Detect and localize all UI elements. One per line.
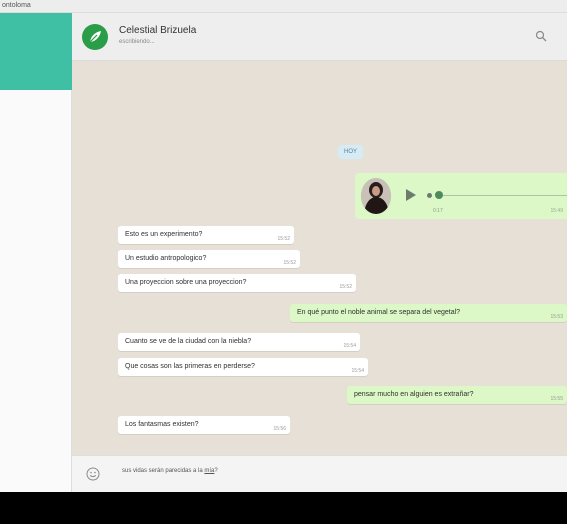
audio-message[interactable]: 0:17 15:49 [355, 173, 567, 219]
title-bar: ontoloma [0, 0, 567, 13]
message-text: Que cosas son las primeras en perderse? [125, 363, 255, 370]
play-icon[interactable] [406, 189, 416, 201]
search-button[interactable] [532, 27, 550, 45]
message-time: 15:54 [343, 343, 356, 349]
leaf-icon [89, 31, 101, 43]
input-text-suffix: ? [214, 468, 218, 474]
window-title: ontoloma [2, 2, 31, 9]
conversation-list-header [0, 13, 72, 90]
message-bubble[interactable]: Un estudio antropologico? 15:52 [118, 250, 300, 268]
message-time: 15:52 [283, 260, 296, 266]
contact-avatar[interactable] [82, 24, 108, 50]
message-time: 15:52 [339, 284, 352, 290]
message-bubble[interactable]: En qué punto el noble animal se separa d… [290, 304, 567, 322]
message-input[interactable]: sus vidas serán parecidas a la mía? [122, 468, 542, 480]
message-bubble[interactable]: Cuanto se ve de la ciudad con la niebla?… [118, 333, 360, 351]
search-icon [535, 30, 547, 42]
message-time: 15:53 [550, 314, 563, 320]
smiley-icon [86, 467, 100, 481]
audio-duration: 0:17 [433, 208, 443, 214]
audio-scrubber-handle[interactable] [435, 191, 443, 199]
message-text: Una proyeccion sobre una proyeccion? [125, 279, 247, 286]
message-time: 15:52 [277, 236, 290, 242]
message-text: pensar mucho en alguien es extrañar? [354, 391, 474, 398]
message-bubble[interactable]: Una proyeccion sobre una proyeccion? 15:… [118, 274, 356, 292]
date-badge: HOY [338, 145, 364, 159]
input-text-prefix: sus vidas serán parecidas a la [122, 468, 205, 474]
input-text-link: mía [204, 468, 215, 474]
chat-window: ontoloma Celestial Brizuela escribiendo.… [0, 0, 567, 492]
message-time: 15:55 [550, 396, 563, 402]
message-time: 15:54 [351, 368, 364, 374]
message-text: Los fantasmas existen? [125, 421, 199, 428]
contact-status: escribiendo... [119, 39, 155, 45]
message-text: En qué punto el noble animal se separa d… [297, 309, 461, 316]
message-bubble[interactable]: Que cosas son las primeras en perderse? … [118, 358, 368, 376]
emoji-button[interactable] [84, 465, 102, 483]
contact-name[interactable]: Celestial Brizuela [119, 25, 196, 36]
message-text: Esto es un experimento? [125, 231, 203, 238]
message-text: Un estudio antropologico? [125, 255, 207, 262]
message-bubble[interactable]: pensar mucho en alguien es extrañar? 15:… [347, 386, 567, 404]
conversation-list-pane [0, 13, 72, 492]
compose-bar: sus vidas serán parecidas a la mía? [72, 455, 567, 492]
waveform-start [427, 193, 432, 198]
message-list[interactable]: HOY 0:17 15:49 Esto es un experimento? 1… [72, 61, 567, 455]
message-time: 15:56 [273, 426, 286, 432]
message-text: Cuanto se ve de la ciudad con la niebla? [125, 338, 252, 345]
audio-sender-photo [361, 178, 391, 214]
audio-progress-track[interactable] [443, 195, 567, 196]
message-bubble[interactable]: Esto es un experimento? 15:52 [118, 226, 294, 244]
audio-timestamp: 15:49 [550, 208, 563, 214]
message-bubble[interactable]: Los fantasmas existen? 15:56 [118, 416, 290, 434]
chat-header: Celestial Brizuela escribiendo... [72, 13, 567, 61]
